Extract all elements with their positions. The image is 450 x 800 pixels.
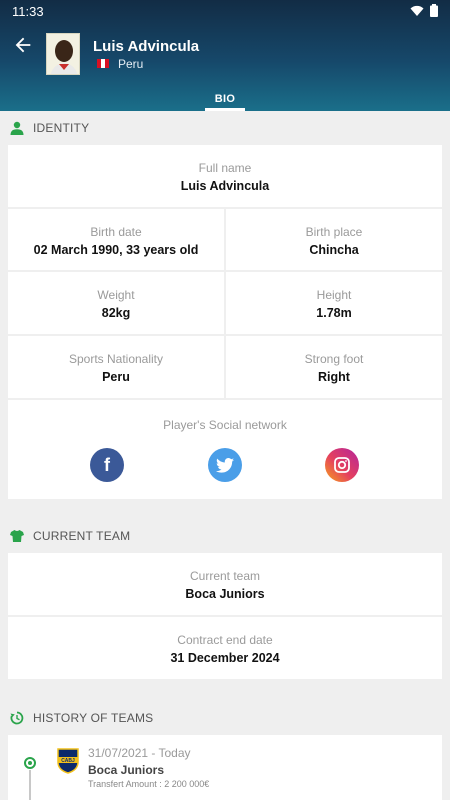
full-name-cell: Full name Luis Advincula — [8, 145, 442, 207]
twitter-button[interactable] — [208, 448, 242, 482]
history-transfer-amount: Transfert Amount : 2 200 000€ — [88, 779, 210, 789]
twitter-icon — [216, 457, 234, 473]
strong-foot-value: Right — [318, 370, 350, 384]
current-team-label: Current team — [189, 569, 261, 583]
contract-end-label: Contract end date — [177, 633, 273, 647]
peru-flag-icon — [97, 59, 109, 68]
weight-label: Weight — [97, 288, 135, 302]
instagram-icon — [334, 457, 350, 473]
sports-nationality-value: Peru — [102, 370, 130, 384]
contract-end-cell: Contract end date 31 December 2024 — [8, 617, 442, 679]
back-arrow-icon[interactable] — [12, 34, 34, 56]
system-icons — [410, 4, 438, 17]
birth-date-cell: Birth date 02 March 1990, 33 years old — [8, 209, 224, 270]
wifi-icon — [410, 5, 424, 16]
social-network-title: Player's Social network — [163, 418, 287, 432]
sports-nationality-label: Sports Nationality — [68, 352, 164, 366]
current-team-cell[interactable]: Current team Boca Juniors — [8, 553, 442, 615]
weight-cell: Weight 82kg — [8, 272, 224, 334]
history-section-header: HISTORY OF TEAMS — [0, 701, 450, 735]
app-header: 11:33 Luis Advincula Peru BIO — [0, 0, 450, 111]
history-dates: 31/07/2021 - Today — [88, 746, 191, 760]
tab-bio[interactable]: BIO — [205, 93, 245, 105]
instagram-button[interactable] — [325, 448, 359, 482]
jersey-icon — [10, 530, 24, 542]
history-section-title: HISTORY OF TEAMS — [33, 711, 154, 725]
weight-value: 82kg — [101, 306, 131, 320]
player-photo — [46, 33, 80, 75]
status-bar: 11:33 — [0, 0, 450, 22]
current-team-section-header: CURRENT TEAM — [0, 519, 450, 553]
timeline-dot — [24, 757, 36, 769]
birth-date-value: 02 March 1990, 33 years old — [33, 243, 199, 257]
player-name: Luis Advincula — [93, 38, 200, 55]
strong-foot-cell: Strong foot Right — [226, 336, 442, 398]
status-time: 11:33 — [12, 4, 44, 19]
person-icon — [10, 121, 24, 135]
birth-place-cell: Birth place Chincha — [226, 209, 442, 270]
battery-icon — [430, 4, 438, 17]
strong-foot-label: Strong foot — [304, 352, 364, 366]
height-value: 1.78m — [316, 306, 352, 320]
history-team: Boca Juniors — [88, 763, 165, 777]
identity-section-header: IDENTITY — [0, 111, 450, 145]
contract-end-value: 31 December 2024 — [170, 651, 280, 665]
height-label: Height — [316, 288, 352, 302]
identity-section-title: IDENTITY — [33, 121, 90, 135]
player-country: Peru — [118, 57, 144, 71]
current-team-section-title: CURRENT TEAM — [33, 529, 131, 543]
birth-date-label: Birth date — [90, 225, 142, 239]
boca-juniors-crest-icon: CABJ — [57, 748, 79, 774]
birth-place-value: Chincha — [309, 243, 359, 257]
timeline-line — [29, 770, 31, 800]
facebook-button[interactable]: f — [90, 448, 124, 482]
current-team-value: Boca Juniors — [185, 587, 265, 601]
birth-place-label: Birth place — [305, 225, 363, 239]
sports-nationality-cell: Sports Nationality Peru — [8, 336, 224, 398]
height-cell: Height 1.78m — [226, 272, 442, 334]
crest-text: CABJ — [61, 758, 75, 764]
history-icon — [10, 711, 24, 725]
full-name-value: Luis Advincula — [180, 179, 270, 193]
facebook-icon: f — [104, 454, 110, 475]
full-name-label: Full name — [198, 161, 252, 175]
